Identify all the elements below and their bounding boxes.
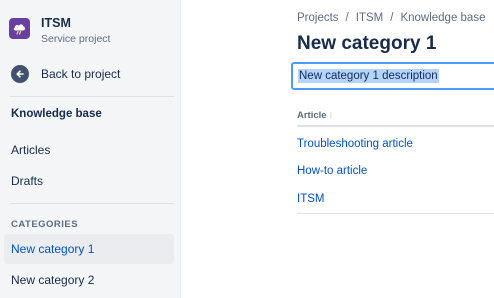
breadcrumb-projects[interactable]: Projects	[297, 12, 339, 24]
table-row[interactable]: How-to article	[297, 165, 494, 177]
categories-heading: CATEGORIES	[11, 219, 79, 230]
sidebar-item-drafts[interactable]: Drafts	[4, 166, 174, 196]
description-value: New category 1 description	[298, 69, 439, 83]
breadcrumb: Projects / ITSM / Knowledge base	[297, 12, 485, 24]
breadcrumb-itsm[interactable]: ITSM	[356, 12, 383, 24]
sidebar-divider	[10, 96, 174, 97]
page-title[interactable]: New category 1	[297, 33, 436, 55]
description-field[interactable]: New category 1 description	[291, 62, 494, 90]
table-row[interactable]: ITSM	[297, 193, 494, 205]
column-header-article[interactable]: Article	[297, 110, 327, 121]
sidebar-item-label: Articles	[11, 143, 51, 157]
table-header: Article ⁝	[297, 105, 494, 127]
project-avatar-cloud-icon[interactable]	[9, 18, 30, 39]
sidebar-item-label: New category 1	[11, 242, 95, 256]
project-name[interactable]: ITSM	[41, 16, 110, 30]
sidebar-item-label: Drafts	[11, 174, 44, 188]
sort-icon[interactable]: ⁝	[330, 111, 333, 120]
sidebar-item-new-category-1[interactable]: New category 1	[4, 234, 174, 264]
breadcrumb-knowledge-base[interactable]: Knowledge base	[400, 12, 485, 24]
article-link[interactable]: ITSM	[297, 193, 324, 205]
arrow-left-icon	[11, 65, 29, 83]
sidebar-item-articles[interactable]: Articles	[4, 135, 174, 165]
breadcrumb-separator: /	[345, 12, 349, 24]
sidebar: ITSM Service project Back to project Kno…	[0, 0, 181, 298]
knowledge-base-heading: Knowledge base	[11, 108, 102, 120]
article-link[interactable]: Troubleshooting article	[297, 138, 413, 150]
sidebar-divider	[10, 203, 174, 204]
project-header: ITSM Service project	[9, 16, 110, 46]
table-bottom-border	[297, 213, 494, 214]
project-type: Service project	[41, 33, 111, 45]
sidebar-item-new-category-2[interactable]: New category 2	[4, 265, 174, 295]
breadcrumb-separator: /	[390, 12, 394, 24]
sidebar-item-label: New category 2	[11, 273, 95, 287]
back-to-project-label: Back to project	[41, 67, 121, 81]
table-row[interactable]: Troubleshooting article	[297, 138, 494, 150]
back-to-project-link[interactable]: Back to project	[9, 63, 174, 85]
article-link[interactable]: How-to article	[297, 165, 367, 177]
